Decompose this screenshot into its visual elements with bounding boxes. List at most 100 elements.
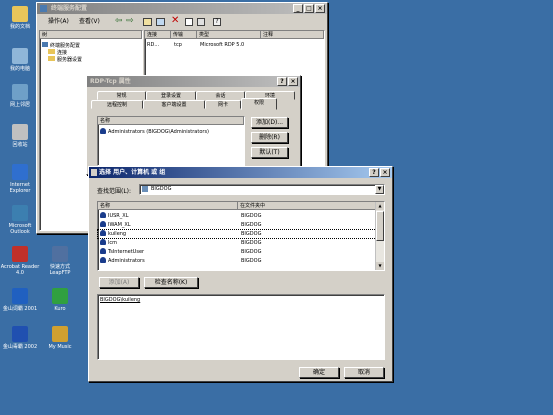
folder-icon: [48, 56, 55, 61]
desktop-icon-outlook[interactable]: Microsoft Outlook: [0, 205, 40, 235]
rdp-properties-titlebar: RDP-Tcp 属性 ? ×: [87, 76, 300, 87]
refresh-icon[interactable]: [197, 18, 205, 26]
close-button[interactable]: ×: [315, 4, 325, 13]
network-icon: [12, 84, 28, 100]
check-names-button[interactable]: 检查名称(K): [144, 277, 198, 288]
terminal-services-titlebar: 终端服务配置 _ □ ×: [37, 3, 327, 14]
connection-row[interactable]: RD... tcp Microsoft RDP 5.0: [145, 41, 324, 49]
user-row[interactable]: IWAM_XL BIGDOG: [98, 221, 376, 229]
back-icon[interactable]: ⇦: [115, 16, 123, 26]
user-name: IWAM_XL: [108, 222, 131, 228]
menu-view[interactable]: 查看(V): [79, 17, 100, 27]
tab-logon[interactable]: 登录设置: [146, 91, 196, 100]
desktop-icon-label: 金山词霸 2001: [2, 306, 38, 312]
user-row[interactable]: Administrators BIGDOG: [98, 257, 376, 265]
monitor-icon: [42, 42, 48, 47]
col-in-folder[interactable]: 在文件夹中: [238, 202, 376, 210]
minimize-button[interactable]: _: [293, 4, 303, 13]
computer-icon: [12, 48, 28, 64]
tab-network-adapter[interactable]: 网卡: [205, 100, 241, 109]
folder-icon: [48, 49, 55, 54]
add-button[interactable]: 添加(D)...: [251, 117, 288, 128]
selected-name: BIGDOG\kuileng: [100, 297, 141, 303]
group-icon: [100, 128, 106, 134]
acrobat-icon: [12, 246, 28, 262]
export-icon[interactable]: [185, 18, 193, 26]
tab-remote-control[interactable]: 远程控制: [91, 100, 143, 109]
desktop-icon-leapftp[interactable]: 快速方式 LeapFTP: [40, 246, 80, 276]
col-comment[interactable]: 注释: [261, 31, 324, 39]
user-row[interactable]: kuileng BIGDOG: [97, 229, 377, 239]
user-icon: [100, 239, 106, 245]
tab-sessions[interactable]: 会话: [196, 91, 245, 100]
vertical-scrollbar[interactable]: ▲ ▼: [375, 202, 384, 270]
user-row[interactable]: TsInternetUser BIGDOG: [98, 248, 376, 256]
help-button[interactable]: ?: [277, 77, 287, 86]
desktop-icon-acrobat[interactable]: Acrobat Reader 4.0: [0, 246, 40, 276]
scroll-thumb[interactable]: [376, 211, 384, 241]
ie-icon: [12, 164, 28, 180]
add-button[interactable]: 添加(A): [99, 277, 139, 288]
desktop-icon-network[interactable]: 网上邻居: [0, 84, 40, 108]
selected-names-box[interactable]: BIGDOG\kuileng: [97, 294, 385, 360]
desktop-icon-kuro[interactable]: Kuro: [40, 288, 80, 312]
default-button[interactable]: 默认(T): [251, 147, 288, 158]
desktop-icon-computer[interactable]: 我的电脑: [0, 48, 40, 72]
col-connection[interactable]: 连接: [145, 31, 171, 39]
dialog-title: 选择 用户、计算机 或 组: [99, 169, 166, 176]
help-button[interactable]: ?: [369, 168, 379, 177]
desktop-icon-antivirus[interactable]: 金山毒霸 2002: [0, 326, 40, 350]
recycle-bin-icon: [12, 124, 28, 140]
permission-entry[interactable]: Administrators (BIGDOG\Administrators): [100, 128, 209, 136]
connection-transport: tcp: [174, 42, 182, 48]
remove-button[interactable]: 删除(R): [251, 132, 288, 143]
user-row[interactable]: IUSR_XL BIGDOG: [98, 212, 376, 220]
desktop-icon-music[interactable]: My Music: [40, 326, 80, 350]
desktop-icon-label: 金山毒霸 2002: [2, 344, 38, 350]
up-icon[interactable]: [143, 18, 152, 26]
cancel-button[interactable]: 取消: [344, 367, 384, 378]
col-type[interactable]: 类型: [197, 31, 261, 39]
tab-general[interactable]: 常规: [97, 91, 146, 100]
tab-client-settings[interactable]: 客户端设置: [143, 100, 205, 109]
user-name: TsInternetUser: [108, 249, 145, 255]
forward-icon[interactable]: ⇨: [126, 16, 134, 26]
desktop-icon-ie[interactable]: Internet Explorer: [0, 164, 40, 194]
user-folder: BIGDOG: [241, 213, 262, 219]
close-button[interactable]: ×: [380, 168, 390, 177]
col-transport[interactable]: 传输: [171, 31, 197, 39]
maximize-button[interactable]: □: [304, 4, 314, 13]
tab-permissions[interactable]: 权限: [241, 98, 277, 110]
desktop-icon-label: 回收站: [12, 142, 28, 148]
user-folder: BIGDOG: [241, 222, 262, 228]
desktop-icon-label: Microsoft Outlook: [8, 223, 32, 235]
window-title: 终端服务配置: [51, 5, 88, 12]
user-name: kuileng: [108, 231, 127, 237]
ok-button[interactable]: 确定: [299, 367, 339, 378]
kuro-icon: [52, 288, 68, 304]
close-button[interactable]: ×: [288, 77, 298, 86]
lookin-dropdown[interactable]: BIGDOG ▼: [139, 184, 385, 195]
col-name[interactable]: 名称: [98, 117, 244, 125]
scroll-up-icon[interactable]: ▲: [376, 202, 384, 210]
user-icon: [100, 230, 106, 236]
scroll-down-icon[interactable]: ▼: [376, 262, 384, 270]
user-icon: [100, 221, 106, 227]
desktop-icon-folder[interactable]: 我的文档: [0, 6, 40, 30]
user-row[interactable]: lcm BIGDOG: [98, 239, 376, 247]
chevron-down-icon[interactable]: ▼: [375, 185, 384, 194]
help-icon[interactable]: ?: [213, 18, 221, 26]
users-list: 名称 在文件夹中 IUSR_XL BIGDOG IWAM_XL BIGDOG kuile…: [97, 201, 385, 271]
menu-action[interactable]: 操作(A): [48, 17, 69, 27]
tree-header: 树: [40, 31, 142, 39]
user-name: Administrators: [108, 258, 145, 264]
desktop-icon-recycle-bin[interactable]: 回收站: [0, 124, 40, 148]
user-name: lcm: [108, 240, 118, 246]
tree-server-settings[interactable]: 服务器设置: [48, 56, 82, 64]
delete-icon[interactable]: ✕: [171, 15, 179, 26]
app-icon: [40, 5, 47, 12]
antivirus-icon: [12, 326, 28, 342]
col-name[interactable]: 名称: [98, 202, 238, 210]
desktop-icon-kingsoft[interactable]: 金山词霸 2001: [0, 288, 40, 312]
properties-icon[interactable]: [156, 18, 165, 26]
